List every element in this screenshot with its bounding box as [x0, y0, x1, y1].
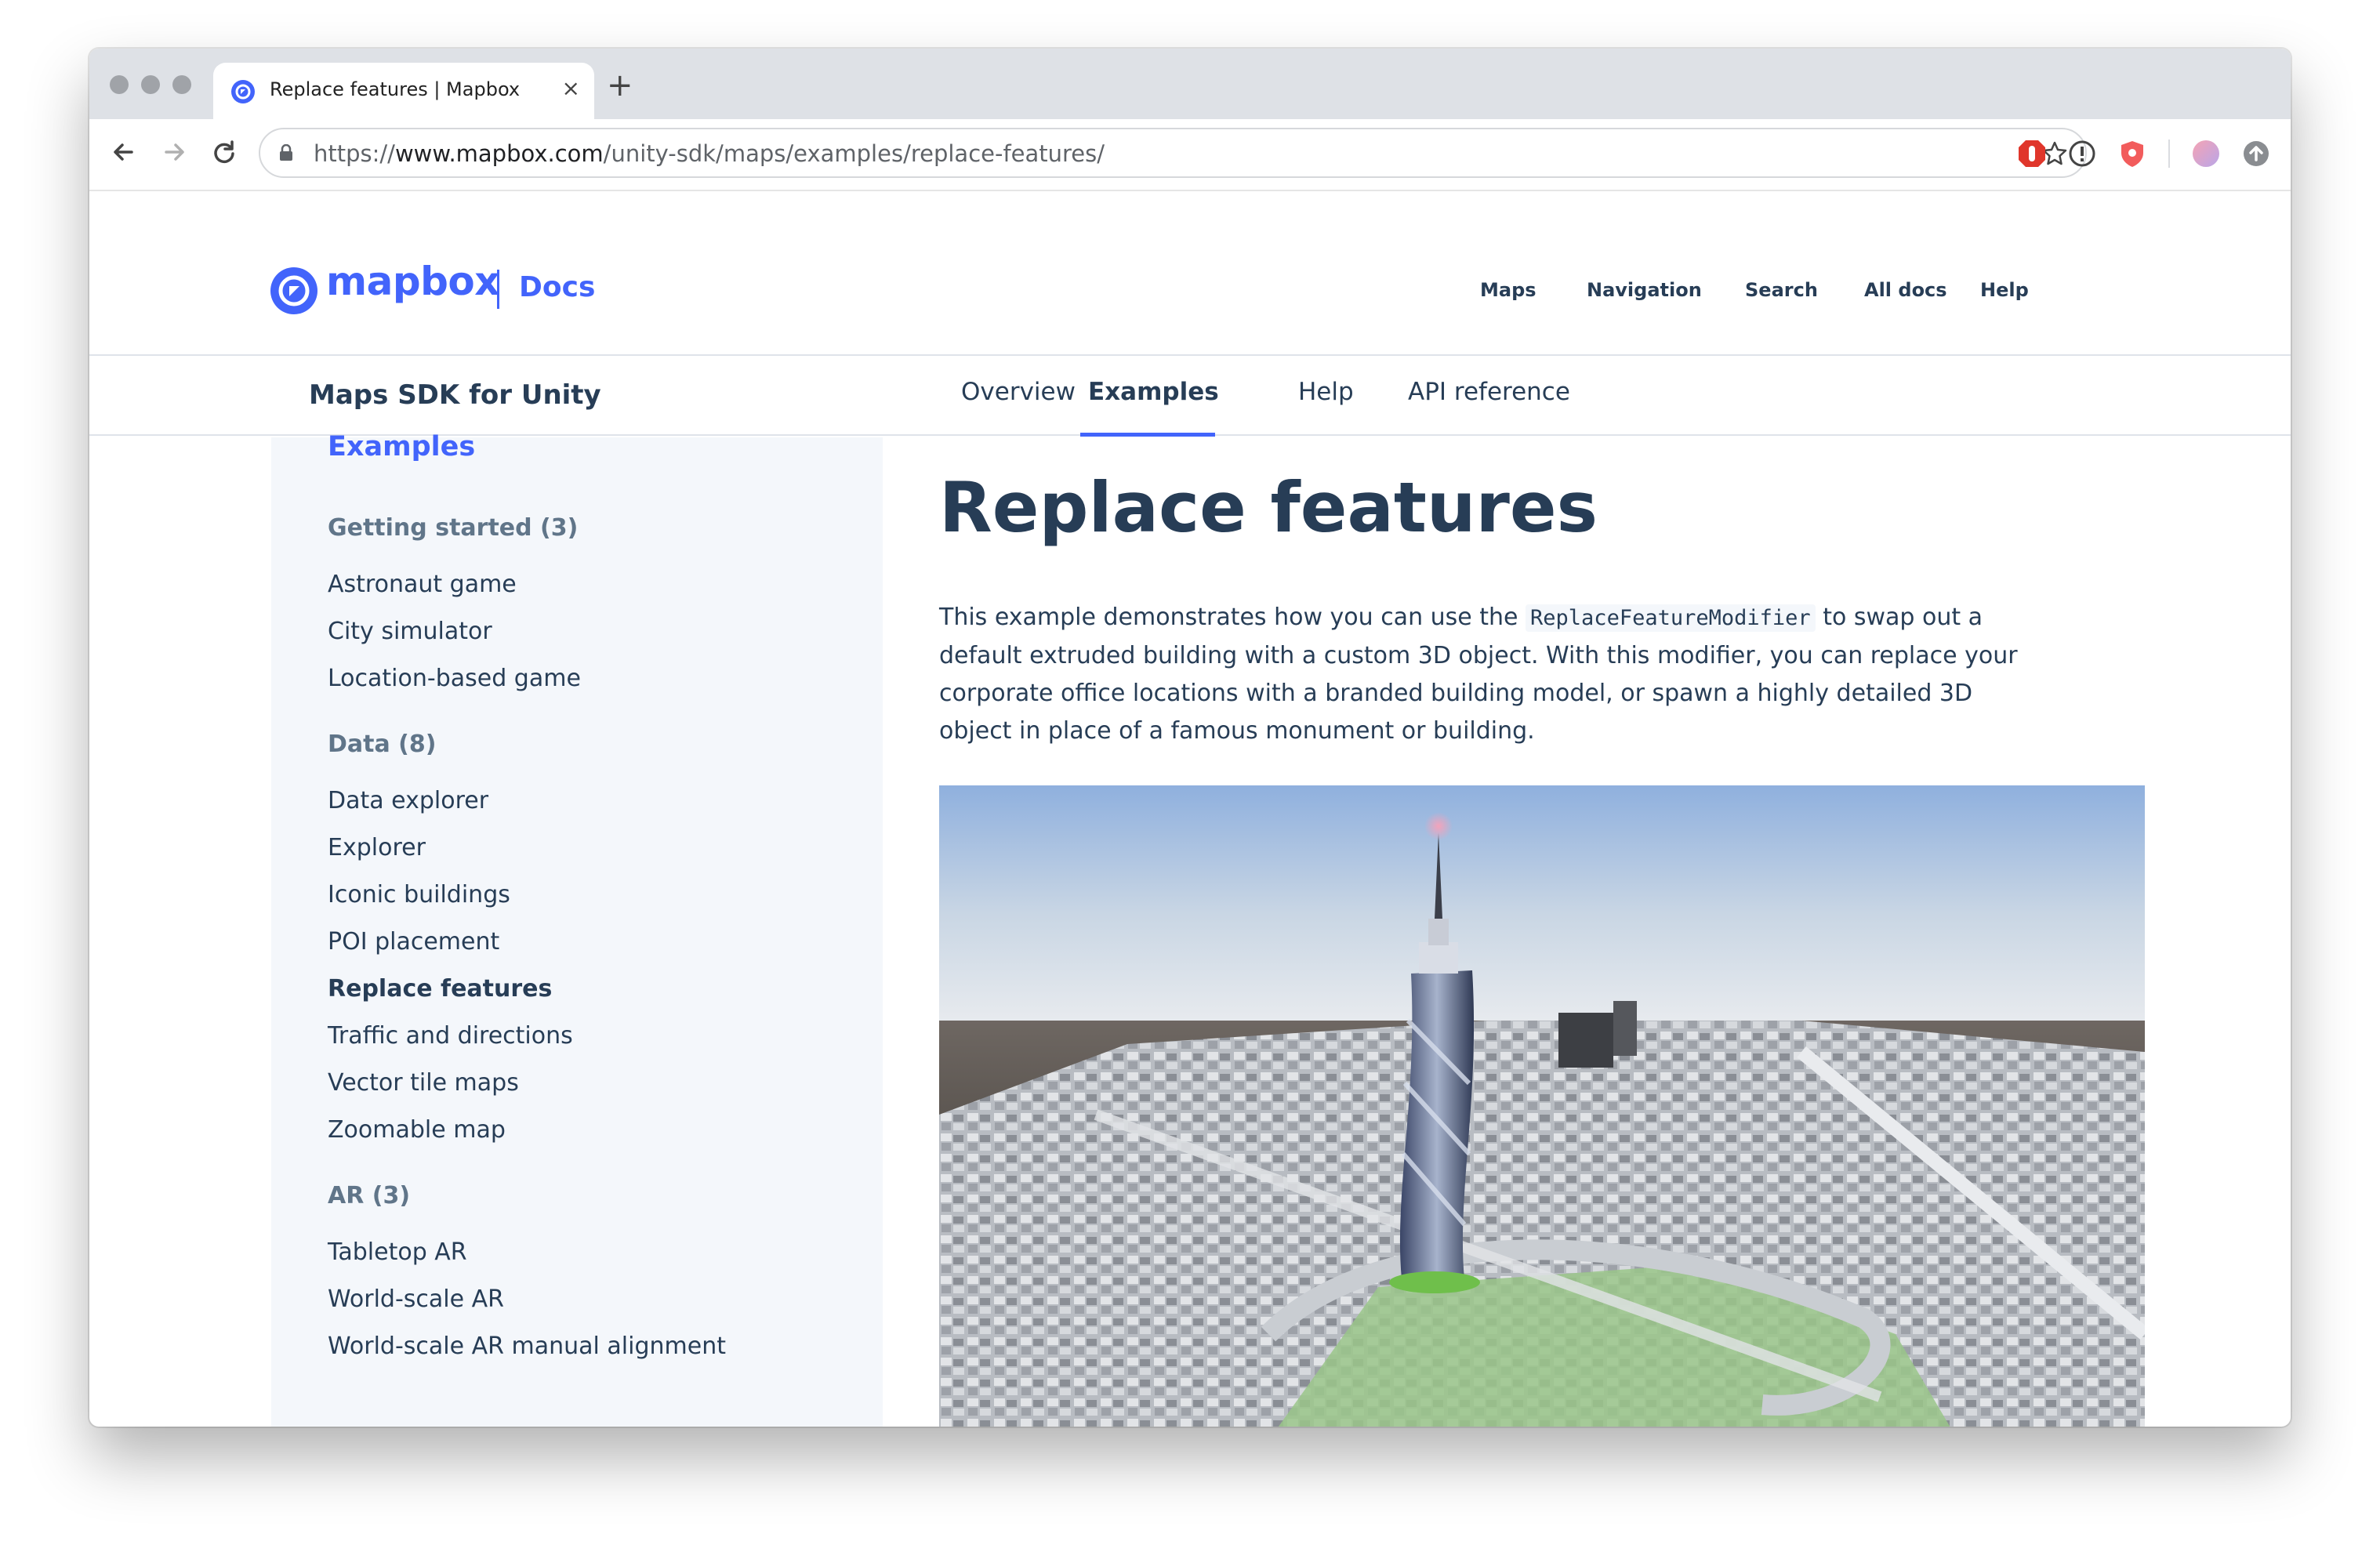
docs-home-link[interactable]: Docs	[519, 271, 595, 303]
update-icon[interactable]	[2240, 138, 2272, 169]
forward-arrow-icon[interactable]	[157, 135, 191, 169]
close-tab-icon[interactable]: ×	[562, 75, 580, 101]
lock-icon	[280, 144, 292, 161]
sidebar-item-world-scale-ar[interactable]: World-scale AR	[328, 1285, 504, 1313]
tab-overview[interactable]: Overview	[961, 378, 1076, 406]
sidebar-item-location-based-game[interactable]: Location-based game	[328, 665, 581, 692]
browser-window: Replace features | Mapbox × + https://ww…	[89, 49, 2291, 1427]
url-scheme: https://	[314, 140, 395, 167]
product-title[interactable]: Maps SDK for Unity	[309, 379, 601, 411]
sidebar-group-getting-started[interactable]: Getting started (3)	[328, 514, 578, 542]
sidebar-group-ar[interactable]: AR (3)	[328, 1182, 410, 1209]
profile-avatar-icon[interactable]	[2190, 138, 2222, 169]
sidebar-item-traffic-and-directions[interactable]: Traffic and directions	[328, 1022, 573, 1050]
info-extension-icon[interactable]	[2066, 138, 2098, 169]
new-tab-button[interactable]: +	[607, 67, 633, 103]
inline-code: ReplaceFeatureModifier	[1526, 604, 1816, 632]
tab-strip: Replace features | Mapbox × +	[89, 49, 2291, 119]
back-arrow-icon[interactable]	[107, 135, 141, 169]
sidebar-item-world-scale-ar-manual-alignment[interactable]: World-scale AR manual alignment	[328, 1333, 726, 1360]
sidebar-item-iconic-buildings[interactable]: Iconic buildings	[328, 881, 510, 908]
sidebar-item-poi-placement[interactable]: POI placement	[328, 928, 499, 955]
zoom-window-button[interactable]	[172, 75, 191, 94]
reload-icon[interactable]	[207, 135, 241, 169]
sidebar-item-data-explorer[interactable]: Data explorer	[328, 787, 488, 814]
url-text: https://www.mapbox.com/unity-sdk/maps/ex…	[314, 140, 1105, 167]
nav-search[interactable]: Search	[1745, 279, 1818, 301]
mapbox-favicon-icon	[231, 80, 255, 103]
sidebar-item-astronaut-game[interactable]: Astronaut game	[328, 571, 517, 598]
nav-maps[interactable]: Maps	[1480, 279, 1536, 301]
close-window-button[interactable]	[110, 75, 129, 94]
page-title: Replace features	[939, 467, 1598, 548]
sidebar-group-data[interactable]: Data (8)	[328, 731, 436, 758]
sidebar-item-zoomable-map[interactable]: Zoomable map	[328, 1116, 506, 1144]
mapbox-wordmark[interactable]: mapbox	[326, 259, 500, 304]
sidebar-heading[interactable]: Examples	[328, 431, 475, 462]
nav-help[interactable]: Help	[1980, 279, 2029, 301]
address-bar[interactable]: https://www.mapbox.com/unity-sdk/maps/ex…	[259, 128, 2087, 178]
logo-divider	[497, 270, 499, 309]
toolbar-divider	[2168, 140, 2170, 168]
nav-all-docs[interactable]: All docs	[1864, 279, 1947, 301]
url-host: www.mapbox.com	[394, 140, 604, 167]
intro-text-start: This example demonstrates how you can us…	[939, 604, 1526, 631]
sidebar-item-vector-tile-maps[interactable]: Vector tile maps	[328, 1069, 519, 1097]
url-path: /unity-sdk/maps/examples/replace-feature…	[603, 140, 1105, 167]
shield-extension-icon[interactable]	[2117, 138, 2148, 169]
city-render-image	[939, 785, 2145, 1427]
browser-toolbar: https://www.mapbox.com/unity-sdk/maps/ex…	[89, 119, 2291, 191]
tab-examples[interactable]: Examples	[1088, 378, 1219, 406]
tab-api-reference[interactable]: API reference	[1408, 378, 1570, 406]
sidebar-item-city-simulator[interactable]: City simulator	[328, 618, 492, 645]
tab-title: Replace features | Mapbox	[270, 78, 521, 100]
sidebar-item-explorer[interactable]: Explorer	[328, 834, 426, 861]
minimize-window-button[interactable]	[141, 75, 160, 94]
adblock-extension-icon[interactable]	[2016, 138, 2048, 169]
tab-help[interactable]: Help	[1298, 378, 1354, 406]
intro-paragraph: This example demonstrates how you can us…	[939, 599, 2037, 750]
browser-tab-active[interactable]: Replace features | Mapbox ×	[213, 63, 594, 119]
nav-navigation[interactable]: Navigation	[1587, 279, 1702, 301]
mapbox-logo-icon[interactable]	[270, 267, 318, 315]
active-tab-indicator	[1080, 433, 1215, 437]
sidebar-item-replace-features[interactable]: Replace features	[328, 975, 552, 1003]
sidebar-item-tabletop-ar[interactable]: Tabletop AR	[328, 1238, 467, 1266]
